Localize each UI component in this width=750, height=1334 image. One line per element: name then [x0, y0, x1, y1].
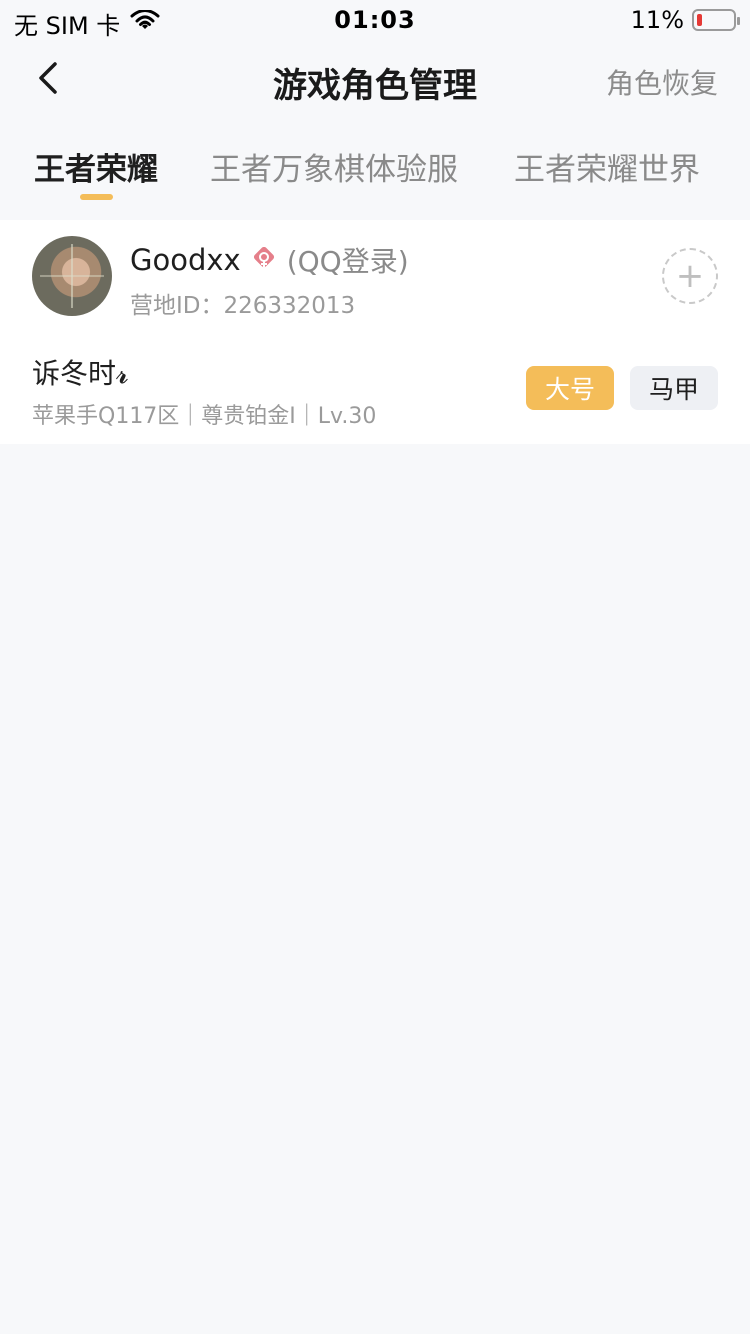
nav-bar: 游戏角色管理 角色恢复 — [0, 40, 750, 124]
role-restore-button[interactable]: 角色恢复 — [606, 62, 718, 102]
status-right: 11% — [630, 6, 740, 34]
battery-percent: 11% — [630, 6, 684, 34]
plus-icon: + — [675, 256, 705, 296]
female-icon — [251, 247, 277, 273]
game-tabs: 王者荣耀 王者万象棋体验服 王者荣耀世界 — [0, 130, 750, 220]
main-account-tag[interactable]: 大号 — [526, 366, 614, 410]
battery-icon — [692, 9, 740, 31]
camp-id: 营地ID：226332013 — [130, 293, 356, 319]
tab-wanxiangqi[interactable]: 王者万象棋体验服 — [210, 144, 458, 189]
role-meta: 苹果手Q117区｜尊贵铂金I｜Lv.30 — [32, 404, 377, 429]
user-name-row: Goodxx (QQ登录) — [130, 240, 409, 280]
alt-account-tag[interactable]: 马甲 — [630, 366, 718, 410]
tab-wangzhe[interactable]: 王者荣耀 — [34, 144, 158, 189]
role-name: 诉冬时𝓻 — [32, 357, 129, 390]
add-role-button[interactable]: + — [662, 248, 718, 304]
active-tab-indicator — [80, 194, 113, 200]
status-bar: 无 SIM 卡 01:03 11% — [0, 0, 750, 40]
login-type: (QQ登录) — [286, 245, 409, 278]
user-name: Goodxx — [130, 243, 241, 277]
account-card: Goodxx (QQ登录) 营地ID：226332013 + 诉冬时𝓻 苹果手Q… — [0, 220, 750, 444]
tab-wangzhe-world[interactable]: 王者荣耀世界 — [514, 144, 700, 189]
avatar — [32, 236, 112, 316]
battery-level — [697, 14, 702, 26]
